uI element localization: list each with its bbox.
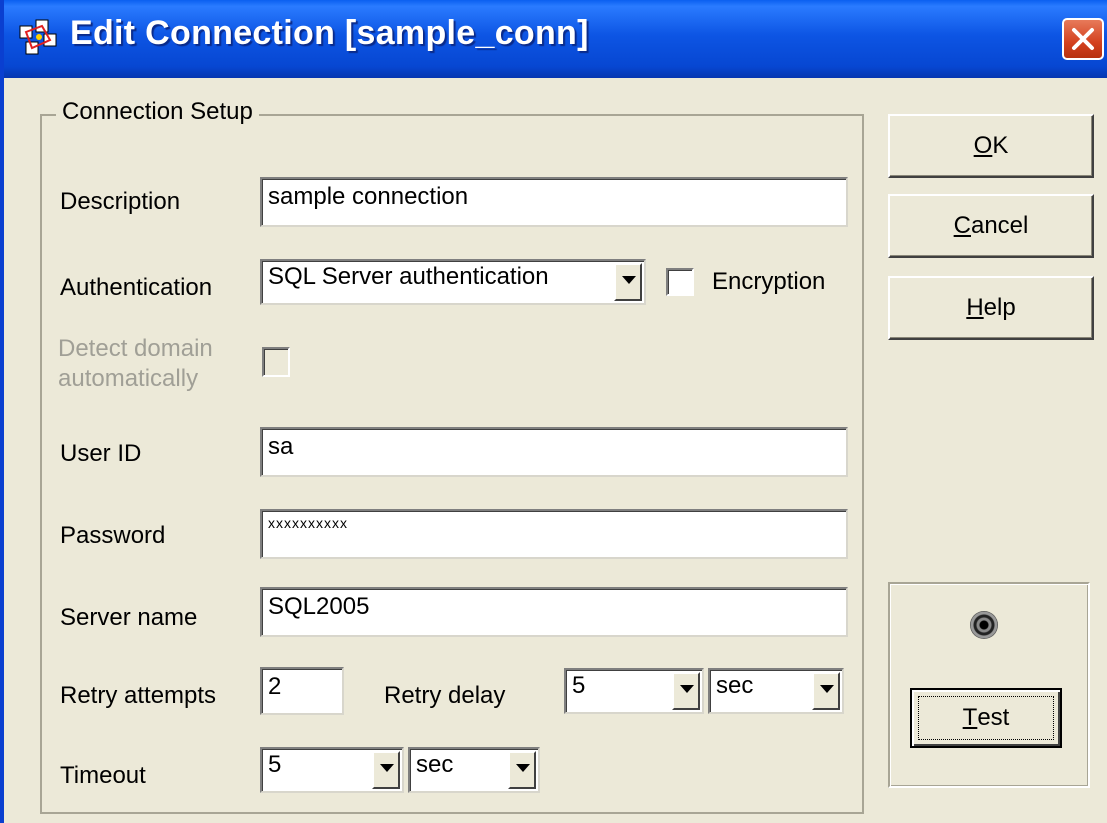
- encryption-checkbox[interactable]: [666, 268, 694, 296]
- close-icon: [1072, 28, 1094, 50]
- chevron-down-icon[interactable]: [372, 751, 400, 789]
- chevron-down-icon[interactable]: [672, 672, 700, 710]
- description-field[interactable]: sample connection: [260, 177, 848, 227]
- help-mnemonic: H: [966, 294, 984, 321]
- help-label-rest: elp: [983, 294, 1016, 321]
- retry-attempts-field[interactable]: 2: [260, 667, 344, 715]
- ok-button[interactable]: OK: [888, 114, 1094, 178]
- timeout-unit-value: sec: [416, 751, 454, 778]
- timeout-select[interactable]: 5: [260, 747, 404, 793]
- timeout-value: 5: [268, 751, 282, 778]
- group-title: Connection Setup: [56, 98, 259, 126]
- detect-domain-label: Detect domain automatically: [58, 335, 213, 392]
- chevron-down-icon[interactable]: [508, 751, 536, 789]
- test-button[interactable]: Test: [910, 688, 1062, 748]
- password-field[interactable]: xxxxxxxxxx: [260, 509, 848, 559]
- user-id-label: User ID: [60, 440, 142, 467]
- cancel-mnemonic: C: [953, 212, 971, 239]
- authentication-select[interactable]: SQL Server authentication: [260, 259, 646, 305]
- timeout-label: Timeout: [60, 762, 146, 789]
- ok-label-rest: K: [992, 132, 1009, 159]
- timeout-unit-select[interactable]: sec: [408, 747, 540, 793]
- status-light-icon: [970, 611, 998, 639]
- password-label: Password: [60, 522, 166, 549]
- chevron-down-icon[interactable]: [614, 263, 642, 301]
- retry-delay-label: Retry delay: [384, 682, 506, 709]
- cancel-button[interactable]: Cancel: [888, 194, 1094, 258]
- retry-delay-select[interactable]: 5: [564, 668, 704, 714]
- retry-delay-value: 5: [572, 672, 586, 699]
- retry-delay-unit-value: sec: [716, 672, 754, 699]
- help-button[interactable]: Help: [888, 276, 1094, 340]
- user-id-field[interactable]: sa: [260, 427, 848, 477]
- description-label: Description: [60, 188, 181, 215]
- authentication-label: Authentication: [60, 274, 213, 301]
- title-bar[interactable]: Edit Connection [sample_conn]: [4, 0, 1107, 78]
- window-title: Edit Connection [sample_conn]: [70, 14, 589, 52]
- chevron-down-icon[interactable]: [812, 672, 840, 710]
- server-name-label: Server name: [60, 604, 198, 631]
- server-name-field[interactable]: SQL2005: [260, 587, 848, 637]
- connection-app-icon: [19, 19, 57, 55]
- retry-attempts-label: Retry attempts: [60, 682, 217, 709]
- edit-connection-dialog: Edit Connection [sample_conn] Connection…: [0, 0, 1107, 823]
- dialog-body: Connection Setup Description sample conn…: [4, 78, 1107, 823]
- close-button[interactable]: [1062, 18, 1104, 60]
- ok-mnemonic: O: [973, 132, 993, 159]
- encryption-label: Encryption: [712, 268, 826, 295]
- focus-rectangle: [918, 696, 1054, 740]
- detect-domain-checkbox: [262, 347, 290, 377]
- authentication-value: SQL Server authentication: [268, 263, 549, 290]
- cancel-label-rest: ancel: [970, 212, 1029, 239]
- retry-delay-unit-select[interactable]: sec: [708, 668, 844, 714]
